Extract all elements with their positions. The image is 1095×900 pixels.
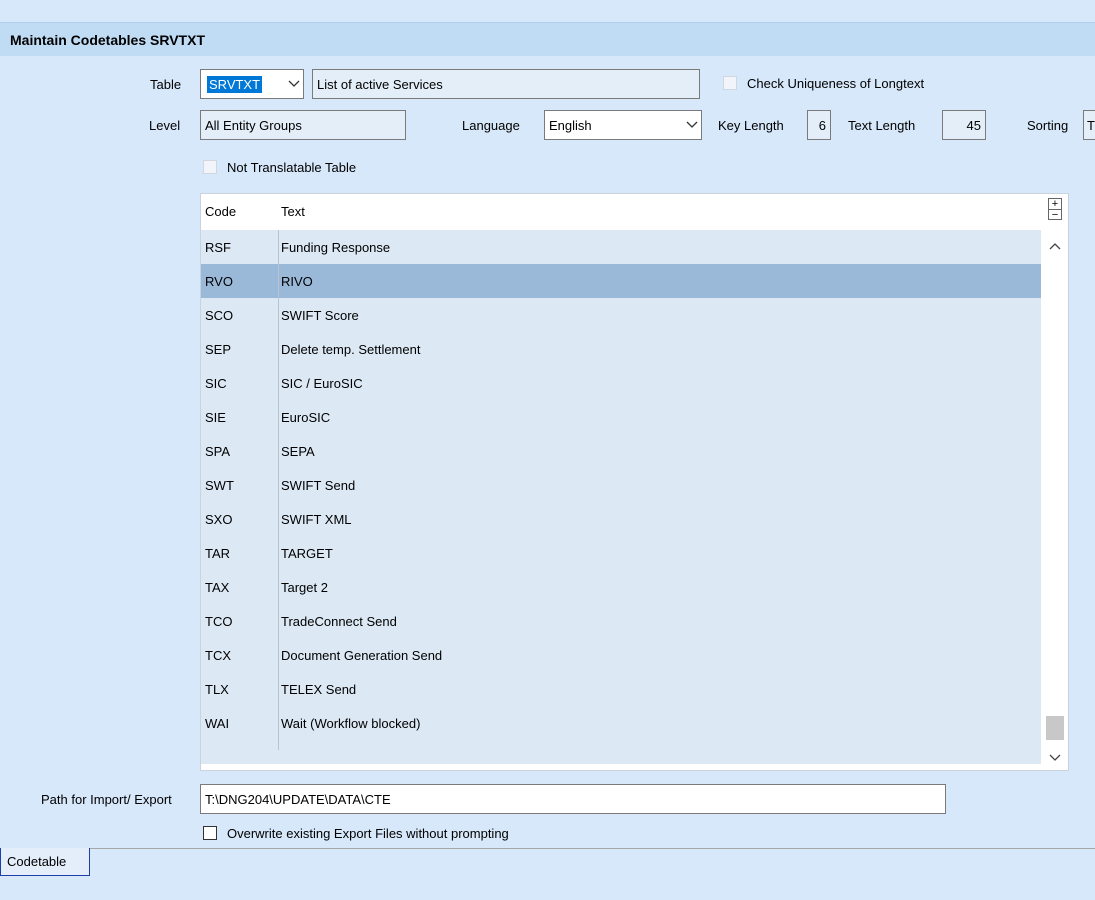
table-row[interactable]: SCO SWIFT Score bbox=[201, 298, 1041, 332]
table-row[interactable]: TCO TradeConnect Send bbox=[201, 604, 1041, 638]
cell-code: SXO bbox=[205, 512, 233, 527]
grid-header: Code Text bbox=[201, 194, 1041, 229]
level-label: Level bbox=[149, 118, 181, 133]
expand-collapse-button[interactable]: + − bbox=[1048, 198, 1062, 221]
overwrite-checkbox[interactable] bbox=[203, 826, 217, 840]
cell-code: SCO bbox=[205, 308, 234, 323]
table-row[interactable]: SIC SIC / EuroSIC bbox=[201, 366, 1041, 400]
table-row[interactable]: SIE EuroSIC bbox=[201, 400, 1041, 434]
cell-text: TELEX Send bbox=[281, 682, 357, 697]
table-row[interactable]: SXO SWIFT XML bbox=[201, 502, 1041, 536]
cell-code: TAR bbox=[205, 546, 231, 561]
text-length-field: 45 bbox=[942, 110, 986, 140]
cell-text: Funding Response bbox=[281, 240, 391, 255]
table-row[interactable]: SPA SEPA bbox=[201, 434, 1041, 468]
check-uniqueness-label: Check Uniqueness of Longtext bbox=[747, 76, 925, 91]
cell-code: SPA bbox=[205, 444, 231, 459]
language-combobox[interactable]: English bbox=[544, 110, 702, 140]
chevron-down-icon[interactable] bbox=[1049, 750, 1061, 765]
cell-code: SIE bbox=[205, 410, 226, 425]
grid-body: RSF Funding Response RVO RIVO SCO SWIFT … bbox=[201, 230, 1041, 764]
cell-code: SIC bbox=[205, 376, 227, 391]
codetable-grid[interactable]: Code Text RSF Funding Response RVO RIVO … bbox=[200, 193, 1069, 771]
plus-icon: + bbox=[1051, 198, 1059, 210]
cell-code: SWT bbox=[205, 478, 234, 493]
chevron-down-icon[interactable] bbox=[285, 80, 303, 88]
title-bar: Maintain Codetables SRVTXT bbox=[0, 22, 1095, 56]
text-length-label: Text Length bbox=[848, 118, 916, 133]
cell-code: RVO bbox=[205, 274, 233, 289]
cell-text: Target 2 bbox=[281, 580, 328, 595]
column-header-text[interactable]: Text bbox=[281, 204, 305, 219]
cell-code: RSF bbox=[205, 240, 231, 255]
cell-text: Document Generation Send bbox=[281, 648, 443, 663]
cell-text: RIVO bbox=[281, 274, 313, 289]
cell-text: SWIFT Send bbox=[281, 478, 356, 493]
cell-text: Delete temp. Settlement bbox=[281, 342, 421, 357]
scrollbar-thumb[interactable] bbox=[1046, 716, 1064, 740]
sorting-label: Sorting bbox=[1027, 118, 1069, 133]
table-row[interactable]: TAX Target 2 bbox=[201, 570, 1041, 604]
table-row[interactable]: SEP Delete temp. Settlement bbox=[201, 332, 1041, 366]
table-description-field: List of active Services bbox=[312, 69, 700, 99]
text-length-value: 45 bbox=[966, 117, 981, 133]
cell-text: SWIFT Score bbox=[281, 308, 359, 323]
key-length-field: 6 bbox=[807, 110, 831, 140]
path-input[interactable]: T:\DNG204\UPDATE\DATA\CTE bbox=[200, 784, 946, 814]
vertical-scrollbar[interactable]: + − bbox=[1042, 194, 1068, 770]
level-field: All Entity Groups bbox=[200, 110, 406, 140]
cell-code: SEP bbox=[205, 342, 232, 357]
path-label: Path for Import/ Export bbox=[41, 792, 172, 807]
cell-code: TCO bbox=[205, 614, 233, 629]
sorting-field: T bbox=[1083, 110, 1095, 140]
not-translatable-checkbox[interactable] bbox=[203, 160, 217, 174]
table-description-value: List of active Services bbox=[317, 76, 443, 92]
cell-code: TAX bbox=[205, 580, 230, 595]
table-row[interactable]: TCX Document Generation Send bbox=[201, 638, 1041, 672]
check-uniqueness-checkbox[interactable] bbox=[723, 76, 737, 90]
not-translatable-label: Not Translatable Table bbox=[227, 160, 357, 175]
window-title: Maintain Codetables SRVTXT bbox=[10, 32, 205, 48]
path-value: T:\DNG204\UPDATE\DATA\CTE bbox=[205, 791, 391, 807]
chevron-down-icon[interactable] bbox=[683, 121, 701, 129]
language-label: Language bbox=[462, 118, 520, 133]
table-label: Table bbox=[150, 77, 182, 92]
table-row[interactable]: TLX TELEX Send bbox=[201, 672, 1041, 706]
cell-code: WAI bbox=[205, 716, 230, 731]
tab-codetable[interactable]: Codetable bbox=[0, 848, 90, 876]
sorting-value: T bbox=[1087, 117, 1095, 133]
minus-icon: − bbox=[1049, 209, 1061, 221]
table-row[interactable]: WAI Wait (Workflow blocked) bbox=[201, 706, 1041, 740]
level-value: All Entity Groups bbox=[205, 117, 302, 133]
cell-text: Wait (Workflow blocked) bbox=[281, 716, 421, 731]
table-combobox[interactable]: SRVTXT bbox=[200, 69, 304, 99]
cell-code: TCX bbox=[205, 648, 231, 663]
overwrite-label: Overwrite existing Export Files without … bbox=[227, 826, 509, 841]
chevron-up-icon[interactable] bbox=[1049, 238, 1061, 253]
column-separator bbox=[278, 230, 279, 750]
key-length-value: 6 bbox=[818, 117, 826, 133]
column-header-code[interactable]: Code bbox=[205, 204, 236, 219]
table-combobox-value: SRVTXT bbox=[207, 75, 263, 93]
tab-strip-line bbox=[90, 848, 1095, 849]
table-row[interactable]: TAR TARGET bbox=[201, 536, 1041, 570]
cell-text: SEPA bbox=[281, 444, 315, 459]
table-row-selected[interactable]: RVO RIVO bbox=[201, 264, 1041, 298]
cell-text: SIC / EuroSIC bbox=[281, 376, 363, 391]
table-row[interactable]: SWT SWIFT Send bbox=[201, 468, 1041, 502]
language-value: English bbox=[549, 117, 592, 133]
key-length-label: Key Length bbox=[718, 118, 784, 133]
cell-text: TARGET bbox=[281, 546, 333, 561]
cell-code: TLX bbox=[205, 682, 229, 697]
cell-text: SWIFT XML bbox=[281, 512, 352, 527]
cell-text: EuroSIC bbox=[281, 410, 331, 425]
tab-codetable-label: Codetable bbox=[7, 854, 67, 869]
cell-text: TradeConnect Send bbox=[281, 614, 397, 629]
table-row[interactable]: RSF Funding Response bbox=[201, 230, 1041, 264]
